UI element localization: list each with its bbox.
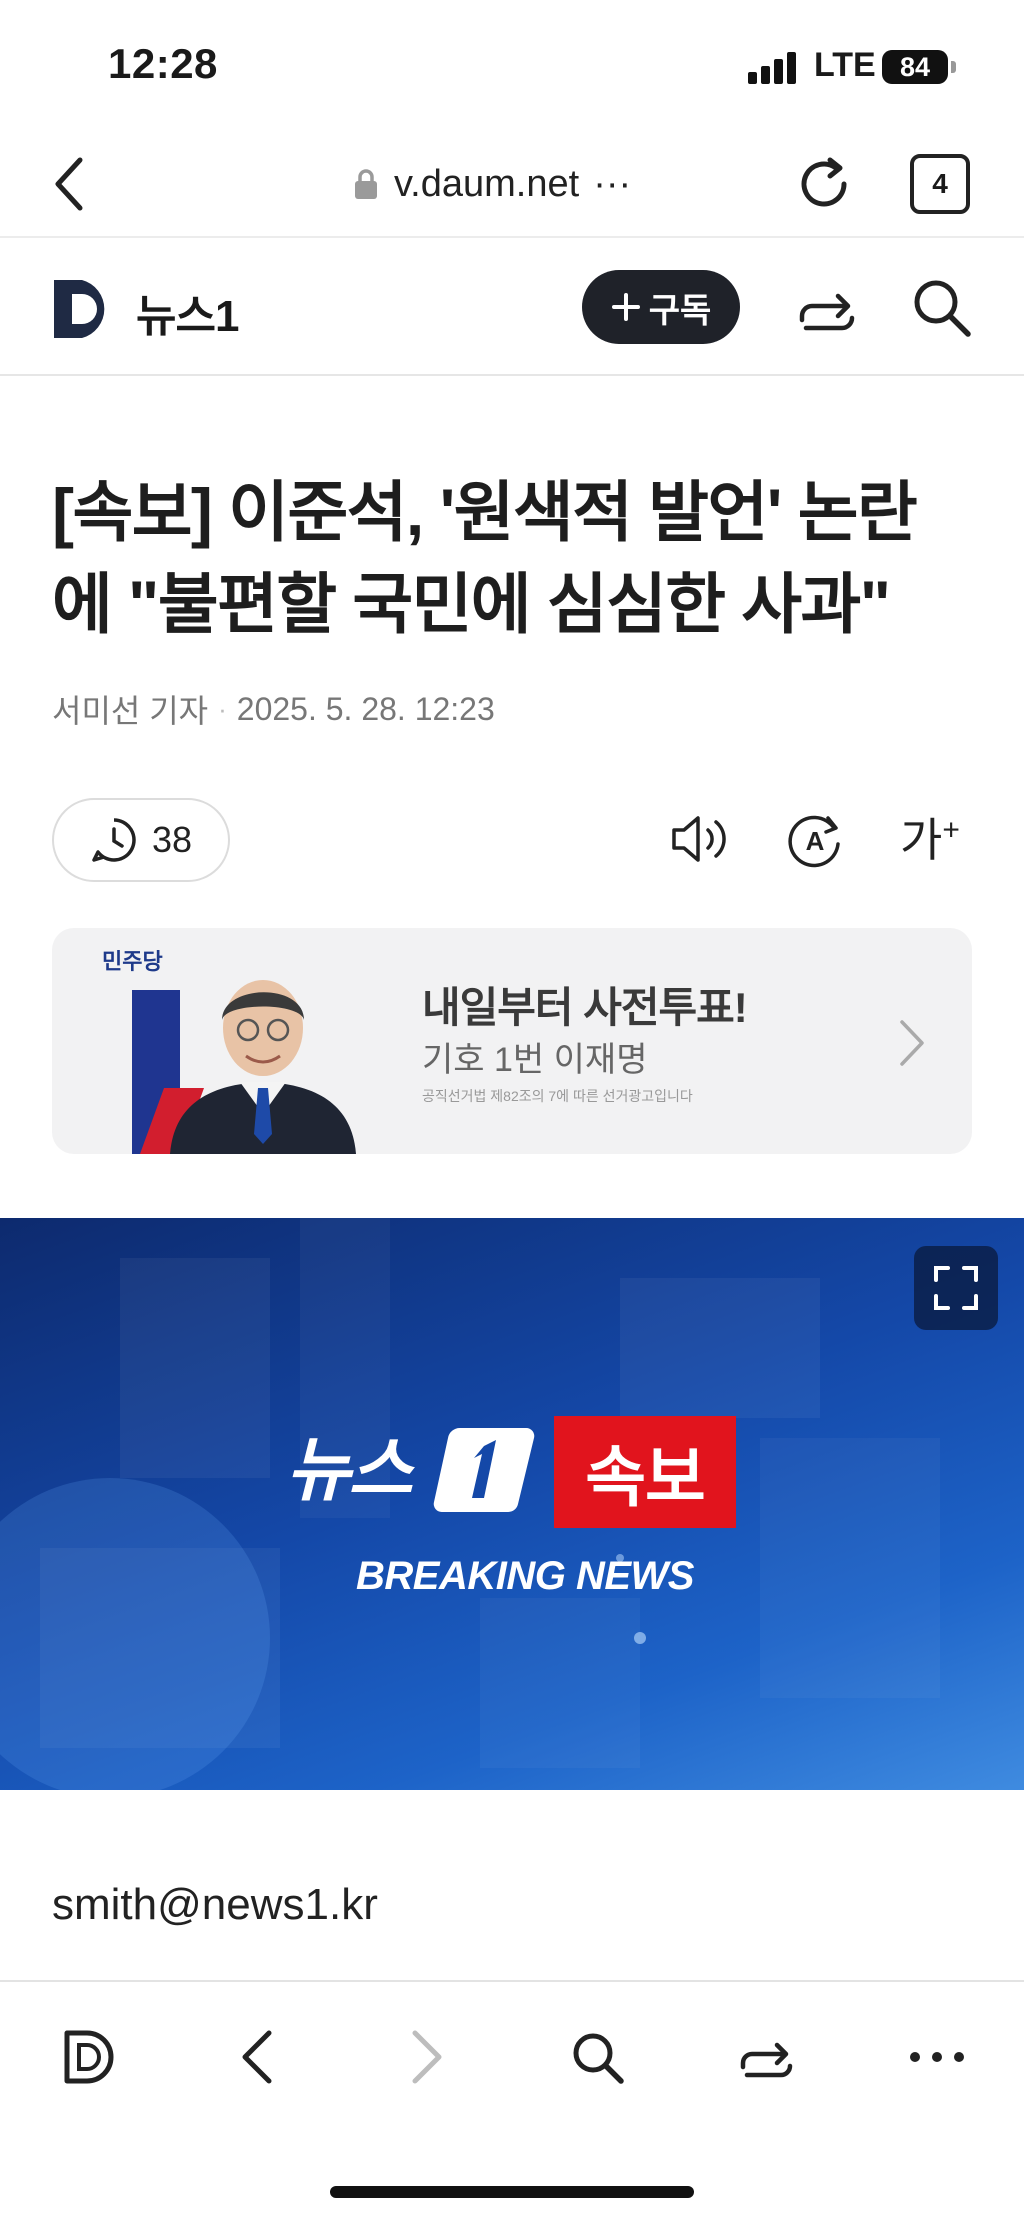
ad-party-logo: 민주당 bbox=[102, 949, 163, 974]
publish-date: 2025. 5. 28. 12:23 bbox=[236, 690, 495, 727]
byline: 서미선 기자 · 2025. 5. 28. 12:23 bbox=[52, 686, 495, 732]
clock-icon bbox=[92, 818, 136, 862]
url-domain: v.daum.net bbox=[394, 162, 580, 205]
comment-count: 38 bbox=[151, 819, 193, 860]
hero-brand-text: 뉴스 bbox=[286, 1431, 413, 1509]
battery-level: 84 bbox=[899, 51, 931, 82]
election-ad-banner[interactable]: 민주당 내일부터 사전투표! 기호 1번 이재명 공직선거법 제82조의 7에 … bbox=[52, 928, 972, 1154]
home-indicator[interactable] bbox=[330, 2186, 694, 2198]
site-header: 뉴스1 구독 bbox=[0, 238, 1024, 376]
more-menu-icon[interactable] bbox=[902, 2022, 972, 2092]
nav-search-icon[interactable] bbox=[562, 2022, 632, 2092]
battery-icon: 84 bbox=[882, 50, 948, 84]
daum-home-icon[interactable] bbox=[54, 2022, 124, 2092]
speaker-icon[interactable] bbox=[666, 806, 732, 872]
hero-caption: BREAKING NEWS bbox=[356, 1554, 694, 1598]
chevron-right-icon bbox=[892, 1016, 932, 1070]
network-type: LTE bbox=[814, 46, 876, 84]
reload-icon[interactable] bbox=[790, 150, 858, 218]
nav-share-icon[interactable] bbox=[732, 2022, 802, 2092]
article-hero-image[interactable]: 뉴스 속보 BREAKING NEWS bbox=[0, 1218, 1024, 1790]
reporter-name[interactable]: 서미선 기자 bbox=[52, 686, 208, 732]
font-size-button[interactable]: 가+ bbox=[900, 804, 960, 870]
nav-back-icon[interactable] bbox=[222, 2022, 292, 2092]
browser-bottom-bar bbox=[0, 1980, 1024, 2216]
breaking-badge: 속보 bbox=[554, 1416, 736, 1528]
battery-cap bbox=[951, 61, 956, 73]
comment-button[interactable]: 38 bbox=[52, 798, 230, 882]
url-field[interactable]: v.daum.net ··· bbox=[352, 158, 631, 210]
byline-separator: · bbox=[218, 693, 227, 724]
ad-fine-print: 공직선거법 제82조의 7에 따른 선거광고입니다 bbox=[422, 1088, 693, 1104]
ad-title: 내일부터 사전투표! bbox=[422, 984, 748, 1031]
subscribe-button[interactable]: 구독 bbox=[582, 270, 740, 344]
tab-count-button[interactable]: 4 bbox=[910, 154, 970, 214]
font-size-plus: + bbox=[942, 813, 960, 847]
plus-icon bbox=[611, 293, 640, 321]
signal-strength-icon bbox=[748, 52, 800, 84]
site-name[interactable]: 뉴스1 bbox=[136, 280, 239, 344]
status-time: 12:28 bbox=[108, 40, 218, 87]
browser-url-bar: v.daum.net ··· 4 bbox=[0, 130, 1024, 238]
share-icon[interactable] bbox=[796, 276, 858, 338]
article-toolbar: 38 A 가+ bbox=[52, 796, 982, 882]
subscribe-label: 구독 bbox=[648, 291, 712, 330]
article-headline: [속보] 이준석, '원색적 발언' 논란 에 "불편할 국민에 심심한 사과" bbox=[52, 466, 982, 650]
ad-subtitle: 기호 1번 이재명 bbox=[422, 1041, 648, 1079]
search-icon[interactable] bbox=[908, 274, 974, 340]
nav-forward-icon[interactable] bbox=[392, 2022, 462, 2092]
candidate-photo bbox=[170, 980, 356, 1154]
daum-logo-icon[interactable] bbox=[52, 278, 118, 340]
url-more-dots: ··· bbox=[593, 162, 632, 205]
status-bar: 12:28 LTE 84 bbox=[0, 0, 1024, 130]
back-chevron-icon[interactable] bbox=[42, 152, 94, 216]
news1-logo-one bbox=[433, 1427, 535, 1513]
headline-line-1: [속보] 이준석, '원색적 발언' 논란 bbox=[52, 475, 918, 549]
svg-text:A: A bbox=[806, 826, 825, 856]
font-size-label: 가 bbox=[900, 814, 943, 866]
translate-icon[interactable]: A bbox=[782, 806, 848, 872]
lock-icon bbox=[355, 169, 377, 199]
fullscreen-icon[interactable] bbox=[914, 1246, 998, 1330]
reporter-email[interactable]: smith@news1.kr bbox=[52, 1880, 378, 1930]
headline-line-2: 에 "불편할 국민에 심심한 사과" bbox=[52, 567, 891, 641]
